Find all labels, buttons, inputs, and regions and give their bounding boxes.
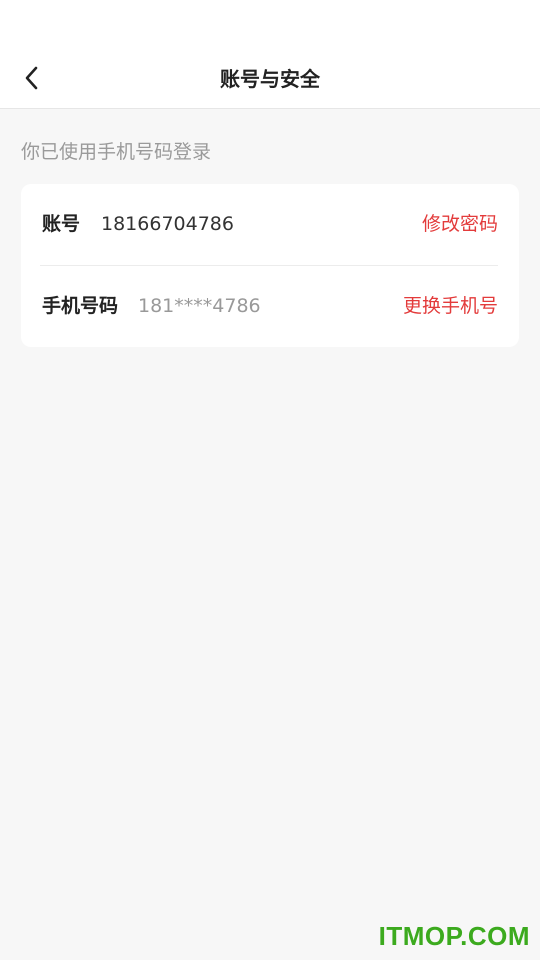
login-method-hint: 你已使用手机号码登录 bbox=[21, 141, 212, 163]
phone-label: 手机号码 bbox=[42, 295, 119, 317]
change-password-button[interactable]: 修改密码 bbox=[422, 184, 498, 265]
change-phone-button[interactable]: 更换手机号 bbox=[403, 266, 498, 347]
account-value: 18166704786 bbox=[101, 213, 234, 235]
account-card: 账号 18166704786 修改密码 手机号码 181****4786 更换手… bbox=[21, 184, 519, 347]
phone-row: 手机号码 181****4786 更换手机号 bbox=[21, 266, 519, 347]
navigation-bar: 账号与安全 bbox=[0, 50, 540, 109]
watermark: ITMOP.COM bbox=[378, 921, 530, 951]
back-button[interactable] bbox=[14, 60, 50, 96]
page-title: 账号与安全 bbox=[220, 67, 320, 91]
account-row: 账号 18166704786 修改密码 bbox=[21, 184, 519, 265]
account-label: 账号 bbox=[42, 213, 81, 235]
status-bar bbox=[0, 0, 540, 50]
chevron-left-icon bbox=[25, 66, 38, 90]
phone-value: 181****4786 bbox=[138, 295, 261, 317]
